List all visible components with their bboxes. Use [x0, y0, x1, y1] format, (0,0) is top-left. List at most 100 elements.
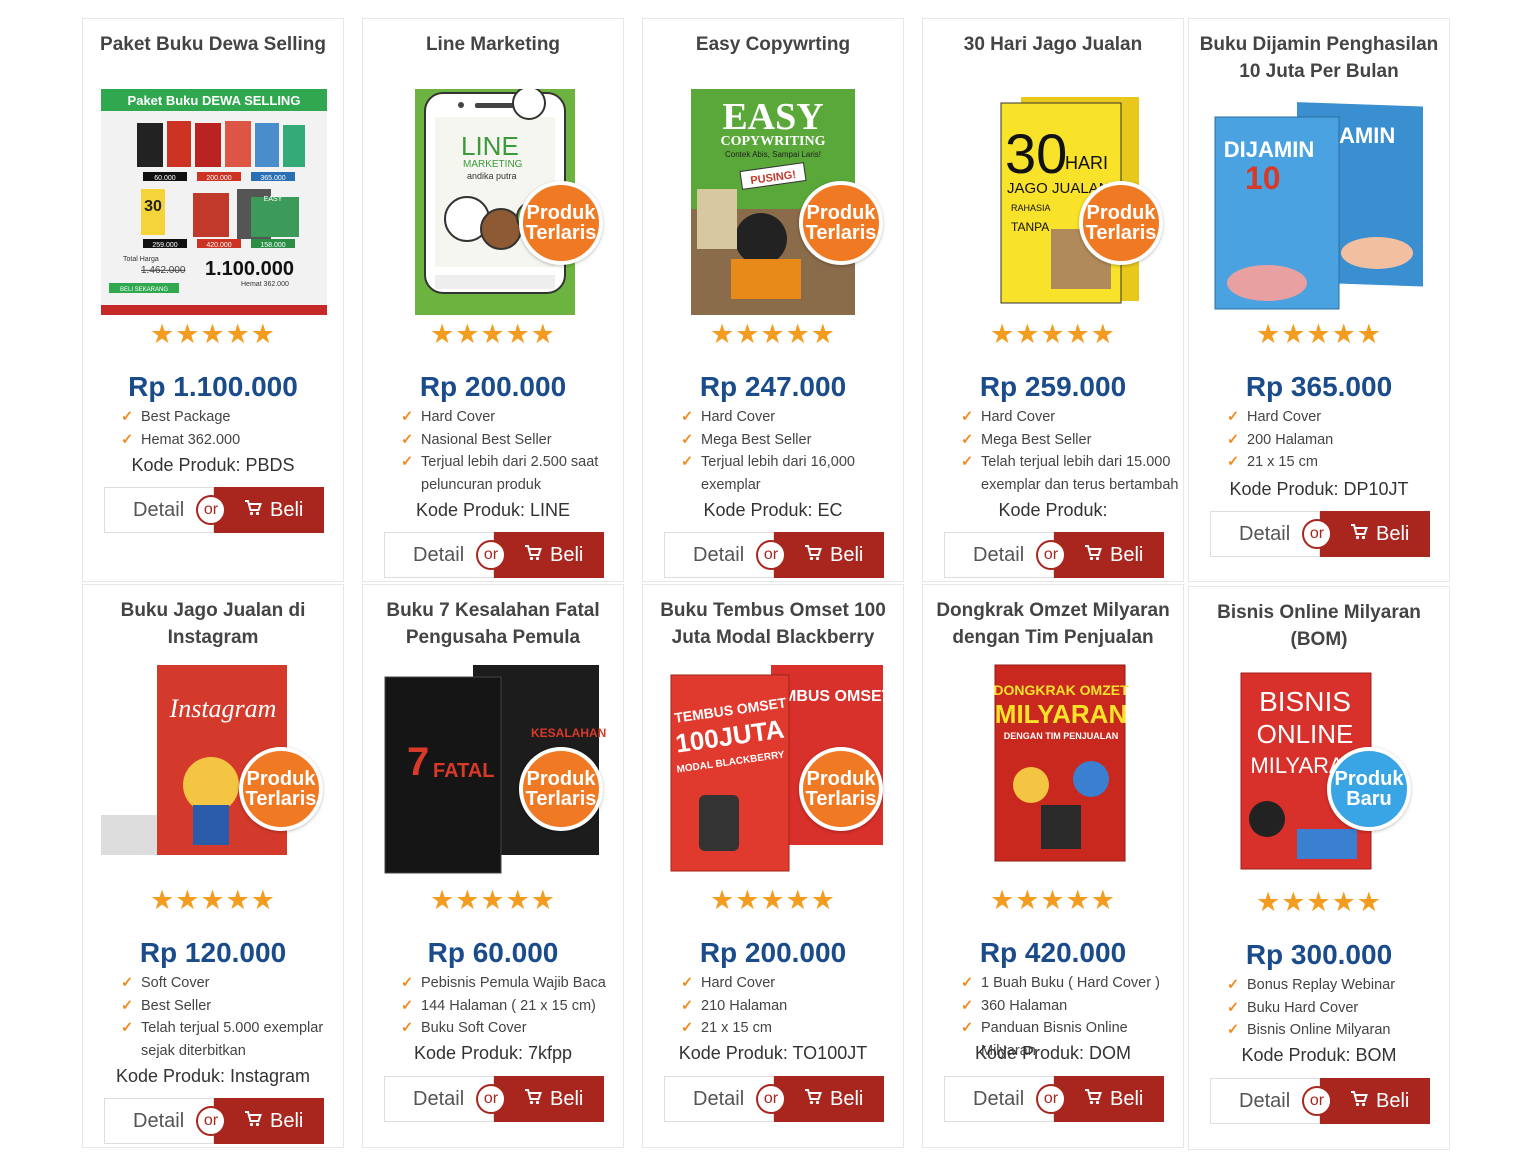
svg-text:KESALAHAN: KESALAHAN — [531, 726, 606, 740]
product-code: Kode Produk: Instagram — [115, 1066, 311, 1086]
product-card: 30 Hari Jago Jualan 30 HARI JAGO JUALAN … — [922, 18, 1184, 582]
feature-item: ✓ 360 Halaman — [961, 995, 1179, 1018]
feature-item: ✓ Telah terjual 5.000 exemplar sejak dite… — [121, 1017, 339, 1062]
rating-stars: ★★★★★ — [1255, 319, 1383, 349]
product-grid: Paket Buku Dewa Selling Paket Buku DEWA … — [68, 18, 1454, 1150]
svg-text:ONLINE: ONLINE — [1257, 719, 1354, 749]
product-title[interactable]: Buku Dijamin Penghasilan 10 Juta Per Bul… — [1199, 31, 1439, 85]
feature-item: ✓ Hard Cover — [401, 406, 619, 429]
or-divider: or — [476, 1084, 506, 1114]
buy-button[interactable]: Beli — [214, 487, 324, 533]
rating-stars: ★★★★★ — [989, 319, 1117, 349]
or-divider: or — [196, 1106, 226, 1136]
feature-item: ✓ Terjual lebih dari 2.500 saat peluncura… — [401, 451, 619, 496]
check-icon: ✓ — [681, 409, 694, 425]
buy-button[interactable]: Beli — [494, 1076, 604, 1122]
check-icon: ✓ — [121, 975, 134, 991]
svg-text:259.000: 259.000 — [152, 242, 177, 249]
svg-text:200.000: 200.000 — [206, 175, 231, 182]
svg-text:EASY: EASY — [264, 196, 283, 203]
product-code: Kode Produk: — [998, 500, 1108, 520]
or-divider: or — [756, 1084, 786, 1114]
product-title[interactable]: Paket Buku Dewa Selling — [93, 31, 333, 58]
product-title[interactable]: Buku Tembus Omset 100 Juta Modal Blackbe… — [653, 597, 893, 651]
feature-item: ✓ Best Seller — [121, 995, 339, 1018]
product-price: Rp 60.000 — [427, 937, 559, 968]
product-price: Rp 1.100.000 — [128, 371, 298, 402]
product-card: Line Marketing LINE MARKETING andika put… — [362, 18, 624, 582]
check-icon: ✓ — [121, 409, 134, 425]
buy-button[interactable]: Beli — [1320, 511, 1430, 557]
feature-list: ✓ Hard Cover ✓ Nasional Best Seller ✓ Terju… — [401, 406, 619, 496]
svg-text:MILYARAN: MILYARAN — [995, 699, 1127, 729]
check-icon: ✓ — [121, 1020, 134, 1036]
product-code: Kode Produk: BOM — [1241, 1045, 1397, 1065]
product-card: Bisnis Online Milyaran (BOM) BISNIS ONLI… — [1188, 586, 1450, 1150]
rating-stars: ★★★★★ — [149, 885, 277, 915]
check-icon: ✓ — [401, 1020, 414, 1036]
buy-button[interactable]: Beli — [1054, 532, 1164, 578]
buy-button[interactable]: Beli — [1320, 1078, 1430, 1124]
badge-produk-terlaris: Produk Terlaris — [799, 747, 883, 831]
svg-text:365.000: 365.000 — [260, 175, 285, 182]
svg-text:Total Harga: Total Harga — [123, 256, 159, 263]
action-buttons: Detail Beli or — [664, 532, 884, 578]
product-image[interactable]: Paket Buku DEWA SELLING 60.000 200.000 3… — [101, 89, 327, 315]
svg-text:BELI SEKARANG: BELI SEKARANG — [120, 287, 168, 293]
feature-item: ✓ Bisnis Online Milyaran — [1227, 1019, 1445, 1042]
svg-text:BISNIS: BISNIS — [1259, 686, 1351, 717]
svg-text:DIJAMIN: DIJAMIN — [1224, 137, 1314, 162]
action-buttons: Detail Beli or — [944, 1076, 1164, 1122]
action-buttons: Detail Beli or — [104, 1098, 324, 1144]
badge-produk-terlaris: Produk Terlaris — [799, 181, 883, 265]
product-image[interactable]: JAMIN DIJAMIN 10 — [1207, 93, 1433, 319]
feature-list: ✓ Best Package ✓ Hemat 362.000 — [121, 406, 339, 451]
product-code: Kode Produk: TO100JT — [678, 1043, 868, 1063]
check-icon: ✓ — [681, 997, 694, 1014]
buy-button[interactable]: Beli — [494, 532, 604, 578]
action-buttons: Detail Beli or — [944, 532, 1164, 578]
product-title[interactable]: Dongkrak Omzet Milyaran dengan Tim Penju… — [933, 597, 1173, 651]
product-title[interactable]: Buku Jago Jualan di Instagram — [93, 597, 333, 651]
svg-text:7: 7 — [407, 740, 429, 784]
feature-item: ✓ Nasional Best Seller — [401, 429, 619, 452]
action-buttons: Detail Beli or — [384, 1076, 604, 1122]
product-title[interactable]: Line Marketing — [373, 31, 613, 58]
svg-text:andika putra: andika putra — [467, 171, 517, 181]
product-price: Rp 365.000 — [1245, 371, 1393, 402]
svg-text:Hemat 362.000: Hemat 362.000 — [241, 281, 289, 288]
rating-stars: ★★★★★ — [429, 885, 557, 915]
cart-icon — [1084, 1076, 1102, 1122]
svg-text:1.462.000: 1.462.000 — [141, 265, 186, 276]
product-code: Kode Produk: EC — [703, 500, 843, 520]
cart-icon — [244, 1098, 262, 1144]
check-icon: ✓ — [961, 454, 974, 470]
cart-icon — [1350, 1078, 1368, 1124]
product-card: Buku Dijamin Penghasilan 10 Juta Per Bul… — [1188, 18, 1450, 582]
product-title[interactable]: Easy Copywrting — [653, 31, 893, 58]
product-card: Buku 7 Kesalahan Fatal Pengusaha Pemula … — [362, 584, 624, 1148]
product-title[interactable]: Buku 7 Kesalahan Fatal Pengusaha Pemula — [373, 597, 613, 651]
rating-stars: ★★★★★ — [709, 319, 837, 349]
check-icon: ✓ — [121, 431, 134, 448]
feature-item: ✓ Mega Best Seller — [681, 429, 899, 452]
product-image[interactable]: DONGKRAK OMZET MILYARAN DENGAN TIM PENJU… — [941, 655, 1167, 881]
buy-button[interactable]: Beli — [774, 532, 884, 578]
action-buttons: Detail Beli or — [104, 487, 324, 533]
feature-item: ✓ 210 Halaman — [681, 995, 899, 1018]
action-buttons: Detail Beli or — [664, 1076, 884, 1122]
svg-text:RAHASIA: RAHASIA — [1011, 203, 1051, 213]
buy-button[interactable]: Beli — [774, 1076, 884, 1122]
product-price: Rp 259.000 — [979, 371, 1127, 402]
buy-button[interactable]: Beli — [1054, 1076, 1164, 1122]
feature-list: ✓ Hard Cover ✓ Mega Best Seller ✓ Terjual l… — [681, 406, 899, 496]
svg-text:Paket Buku DEWA SELLING: Paket Buku DEWA SELLING — [128, 93, 301, 108]
svg-text:158.000: 158.000 — [260, 242, 285, 249]
check-icon: ✓ — [1227, 431, 1240, 448]
product-title[interactable]: 30 Hari Jago Jualan — [933, 31, 1173, 58]
feature-item: ✓ Hemat 362.000 — [121, 429, 339, 452]
buy-button[interactable]: Beli — [214, 1098, 324, 1144]
product-title[interactable]: Bisnis Online Milyaran (BOM) — [1199, 599, 1439, 653]
feature-item: ✓ Hard Cover — [961, 406, 1179, 429]
product-code: Kode Produk: 7kfpp — [413, 1043, 573, 1063]
